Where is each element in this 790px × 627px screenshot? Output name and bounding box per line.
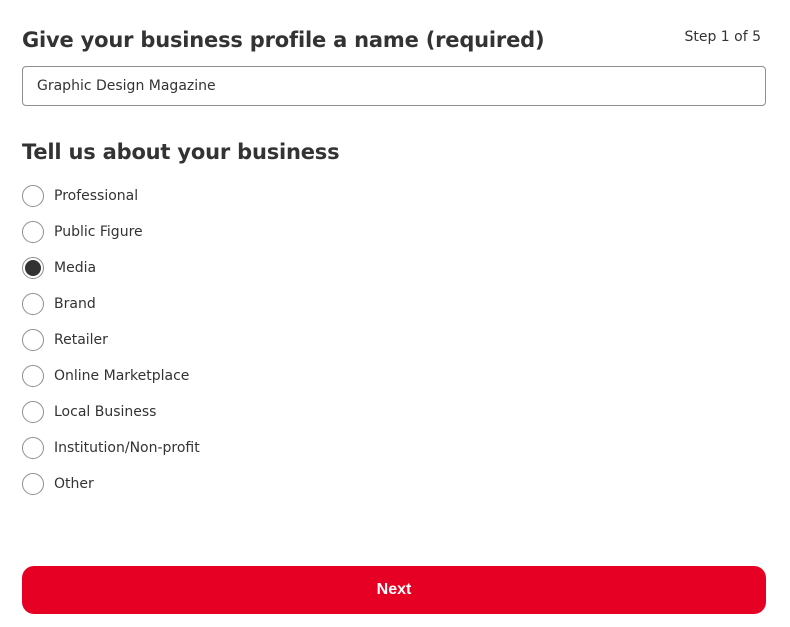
radio-label: Online Marketplace	[54, 368, 190, 384]
radio-button[interactable]	[22, 437, 44, 459]
radio-option-public-figure[interactable]: Public Figure	[22, 214, 200, 250]
radio-button[interactable]	[22, 293, 44, 315]
radio-button[interactable]	[22, 257, 44, 279]
radio-label: Retailer	[54, 332, 108, 348]
radio-label: Local Business	[54, 404, 157, 420]
radio-label: Professional	[54, 188, 139, 204]
radio-button[interactable]	[22, 185, 44, 207]
step-indicator: Step 1 of 5	[684, 29, 761, 45]
radio-button[interactable]	[22, 401, 44, 423]
radio-option-media[interactable]: Media	[22, 250, 200, 286]
next-button[interactable]: Next	[22, 566, 766, 614]
radio-option-institution[interactable]: Institution/Non-profit	[22, 430, 200, 466]
page-title: Give your business profile a name (requi…	[22, 28, 545, 52]
business-type-heading: Tell us about your business	[22, 140, 340, 164]
radio-button[interactable]	[22, 473, 44, 495]
radio-dot-icon	[25, 260, 41, 276]
radio-option-other[interactable]: Other	[22, 466, 200, 502]
radio-option-online-marketplace[interactable]: Online Marketplace	[22, 358, 200, 394]
radio-label: Public Figure	[54, 224, 143, 240]
radio-option-local-business[interactable]: Local Business	[22, 394, 200, 430]
business-type-radio-group: Professional Public Figure Media Brand R…	[22, 178, 200, 502]
radio-label: Media	[54, 260, 97, 276]
radio-label: Other	[54, 476, 94, 492]
radio-button[interactable]	[22, 329, 44, 351]
radio-option-retailer[interactable]: Retailer	[22, 322, 200, 358]
radio-label: Institution/Non-profit	[54, 440, 200, 456]
radio-label: Brand	[54, 296, 96, 312]
radio-option-brand[interactable]: Brand	[22, 286, 200, 322]
radio-button[interactable]	[22, 365, 44, 387]
radio-option-professional[interactable]: Professional	[22, 178, 200, 214]
business-name-input[interactable]	[22, 66, 766, 106]
radio-button[interactable]	[22, 221, 44, 243]
